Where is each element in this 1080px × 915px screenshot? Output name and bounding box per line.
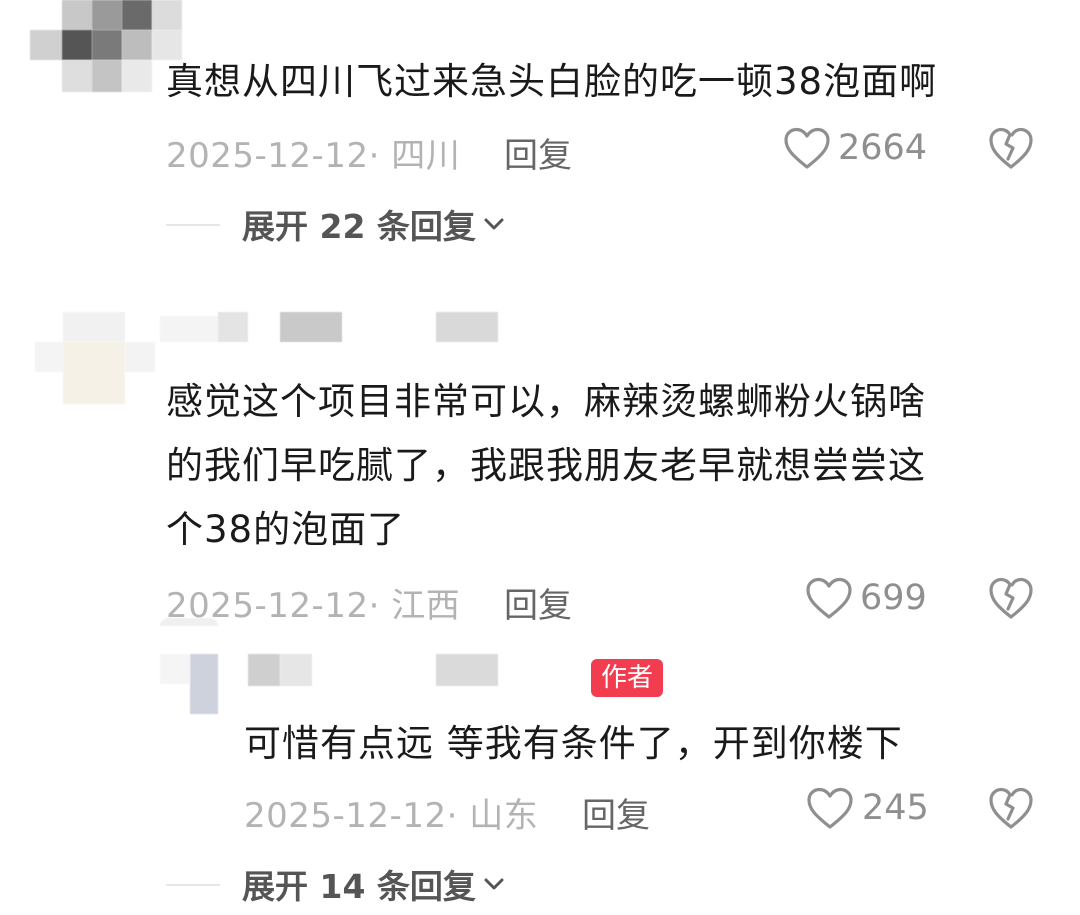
- comment-text: 真想从四川飞过来急头白脸的吃一顿38泡面啊: [166, 60, 938, 103]
- like-count: 2664: [838, 128, 928, 168]
- heart-icon[interactable]: [783, 127, 831, 171]
- like-count: 699: [860, 578, 927, 618]
- expand-replies-button[interactable]: 展开 14 条回复: [242, 862, 506, 906]
- author-badge: 作者: [591, 659, 664, 697]
- chevron-down-icon: [484, 878, 504, 890]
- broken-heart-icon[interactable]: [988, 787, 1034, 831]
- comment-text: 感觉这个项目非常可以，麻辣烫螺蛳粉火锅啥 的我们早吃腻了，我跟我朋友老早就想尝尝…: [166, 370, 926, 562]
- reply-text: 可惜有点远 等我有条件了，开到你楼下: [244, 722, 903, 765]
- broken-heart-icon[interactable]: [988, 127, 1034, 171]
- expand-replies-label: 展开 14 条回复: [242, 867, 476, 906]
- chevron-down-icon: [484, 218, 504, 230]
- expand-divider: [166, 224, 220, 226]
- avatar-2[interactable]: [35, 312, 157, 407]
- reply-date-location: 2025-12-12· 山东: [244, 796, 539, 836]
- reply-button[interactable]: 回复: [504, 128, 572, 177]
- expand-replies-button[interactable]: 展开 22 条回复: [242, 202, 506, 246]
- reply-username-blurred[interactable]: [248, 654, 508, 688]
- comment-date-location: 2025-12-12· 四川: [166, 136, 461, 176]
- heart-icon[interactable]: [805, 577, 853, 621]
- comment-text-line: 的我们早吃腻了，我跟我朋友老早就想尝尝这: [166, 444, 926, 487]
- like-count: 245: [862, 788, 929, 828]
- broken-heart-icon[interactable]: [988, 577, 1034, 621]
- reply-button[interactable]: 回复: [504, 578, 572, 627]
- heart-icon[interactable]: [806, 787, 854, 831]
- username-blurred[interactable]: [160, 312, 500, 344]
- expand-divider: [166, 884, 220, 886]
- comment-text-line: 感觉这个项目非常可以，麻辣烫螺蛳粉火锅啥: [166, 380, 926, 423]
- comment-text-line: 个38的泡面了: [166, 508, 406, 551]
- expand-replies-label: 展开 22 条回复: [242, 207, 476, 246]
- reply-button[interactable]: 回复: [582, 788, 650, 837]
- reply-avatar[interactable]: [160, 618, 222, 714]
